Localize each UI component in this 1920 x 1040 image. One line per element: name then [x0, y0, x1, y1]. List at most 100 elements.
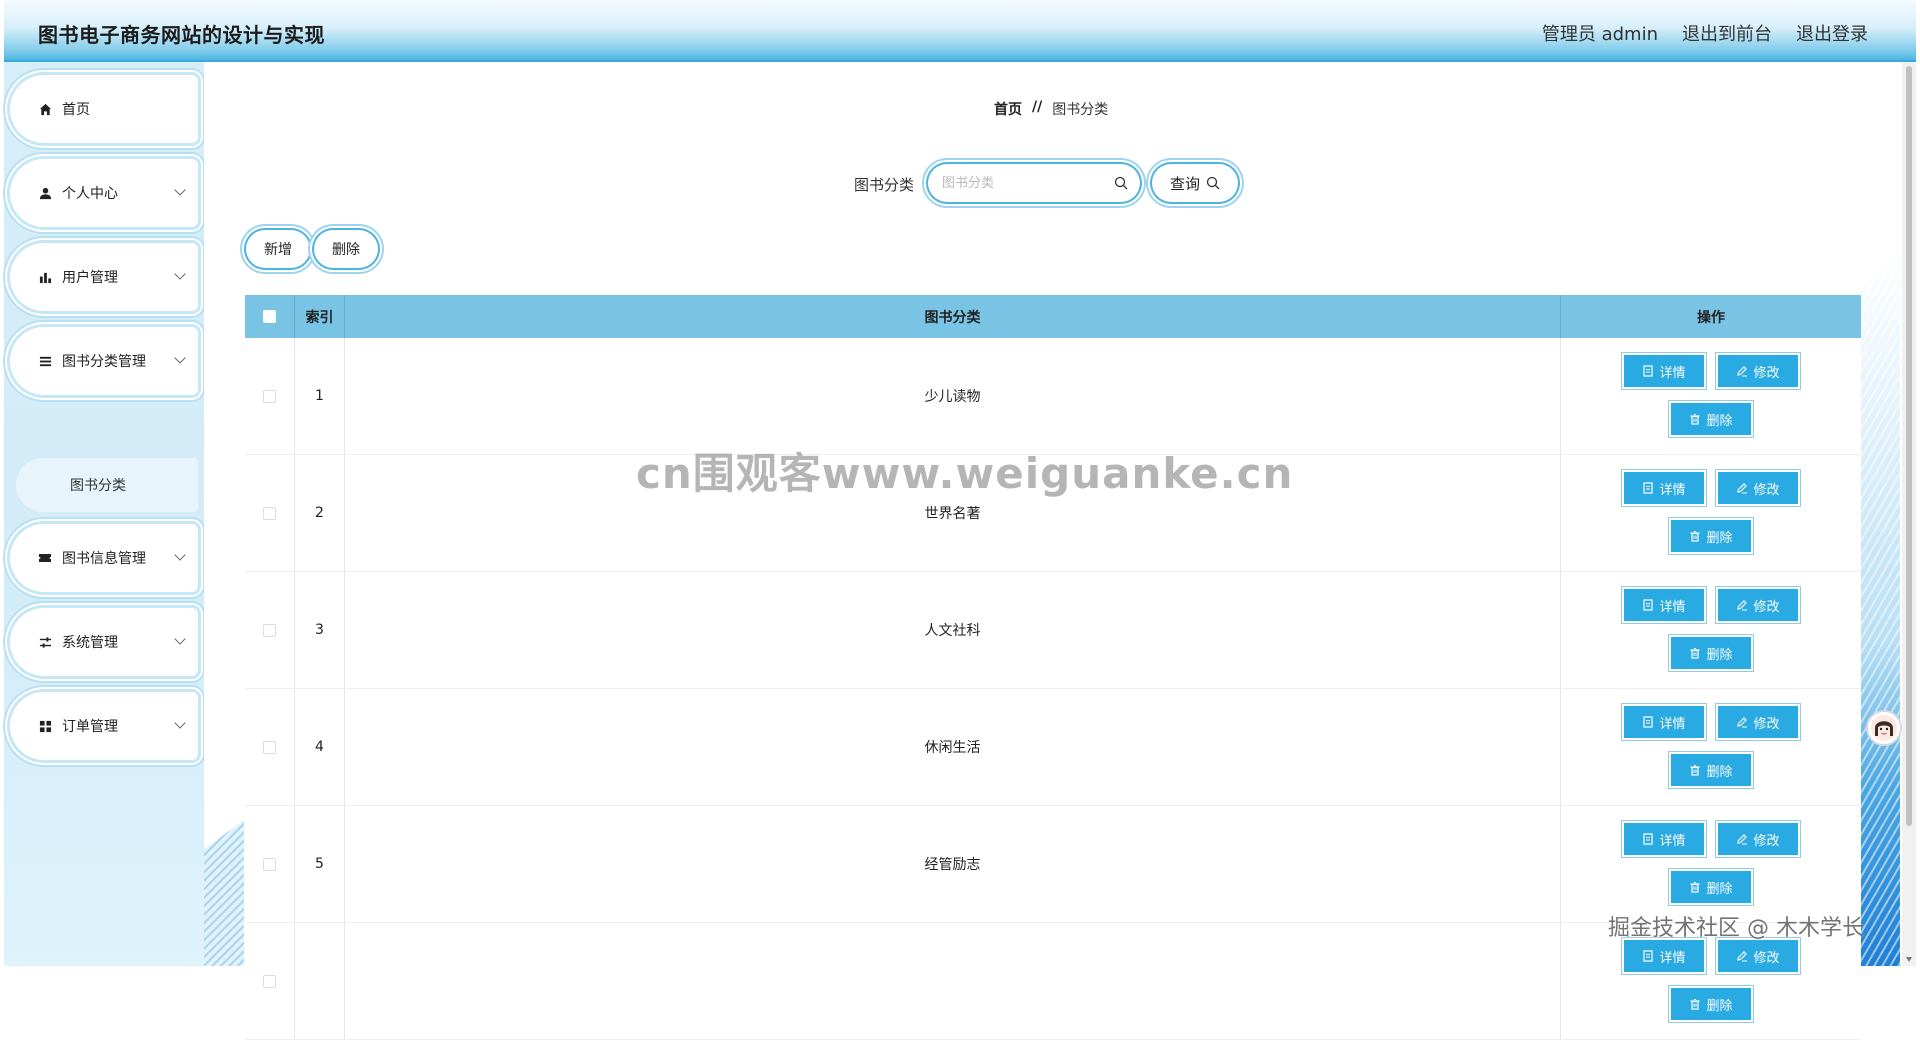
trash-icon	[1690, 531, 1700, 542]
sidebar-item-user-management[interactable]: 用户管理	[10, 243, 198, 311]
detail-button[interactable]: 详情	[1624, 472, 1704, 504]
exit-to-frontend-link[interactable]: 退出到前台	[1682, 20, 1772, 46]
row-category	[345, 923, 1561, 1039]
document-icon	[1643, 365, 1654, 377]
detail-label: 详情	[1659, 599, 1686, 615]
row-checkbox[interactable]	[263, 389, 276, 403]
header-operations: 操作	[1697, 309, 1725, 326]
scroll-down-arrow-icon[interactable]	[1906, 957, 1912, 962]
logout-link[interactable]: 退出登录	[1796, 20, 1868, 46]
detail-label: 详情	[1659, 482, 1686, 498]
delete-button[interactable]: 删除	[1671, 520, 1751, 552]
edit-label: 修改	[1753, 599, 1780, 615]
chevron-down-icon	[174, 268, 186, 280]
header-nav: 管理员 admin 退出到前台 退出登录	[1542, 20, 1868, 46]
header-category: 图书分类	[345, 295, 1561, 338]
detail-button[interactable]: 详情	[1624, 940, 1704, 972]
chevron-down-icon	[174, 717, 186, 729]
row-checkbox-cell	[245, 923, 295, 1039]
row-checkbox[interactable]	[263, 506, 276, 520]
row-index	[295, 923, 345, 1039]
edit-button[interactable]: 修改	[1718, 940, 1798, 972]
table-header: 索引 图书分类 操作	[245, 295, 1861, 338]
sidebar-subitem-book-category[interactable]: 图书分类	[16, 458, 198, 512]
row-checkbox[interactable]	[263, 740, 276, 754]
delete-label: 删除	[1706, 647, 1733, 663]
row-index: 4	[295, 689, 345, 805]
row-checkbox[interactable]	[263, 623, 276, 637]
sidebar-item-system-management[interactable]: 系统管理	[10, 608, 198, 676]
delete-button[interactable]: 删除	[1671, 403, 1751, 435]
edit-label: 修改	[1753, 950, 1780, 966]
edit-label: 修改	[1753, 365, 1780, 381]
delete-button[interactable]: 删除	[1671, 988, 1751, 1020]
edit-button[interactable]: 修改	[1718, 355, 1798, 387]
chevron-down-icon	[174, 549, 186, 561]
decorative-stripes-right	[1858, 250, 1900, 966]
row-checkbox-cell	[245, 338, 295, 454]
detail-button[interactable]: 详情	[1624, 706, 1704, 738]
row-operations: 详情 修改删除	[1561, 572, 1861, 688]
sidebar-item-book-info-management[interactable]: 图书信息管理	[10, 524, 198, 592]
detail-label: 详情	[1659, 365, 1686, 381]
edit-button[interactable]: 修改	[1718, 706, 1798, 738]
delete-label: 删除	[1706, 881, 1733, 897]
edit-icon	[1737, 600, 1748, 611]
edit-icon	[1737, 717, 1748, 728]
search-icon	[1114, 175, 1128, 194]
sidebar-item-category-management[interactable]: 图书分类管理	[10, 327, 198, 395]
trash-icon	[1690, 882, 1700, 893]
edit-button[interactable]: 修改	[1718, 589, 1798, 621]
trash-icon	[1690, 765, 1700, 776]
watermark-text: cn围观客www.weiguanke.cn	[636, 449, 1294, 498]
row-checkbox[interactable]	[263, 857, 276, 871]
bar-chart-icon	[38, 270, 52, 284]
document-icon	[1643, 482, 1654, 494]
detail-button[interactable]: 详情	[1624, 589, 1704, 621]
admin-user-link[interactable]: 管理员 admin	[1542, 20, 1658, 46]
row-category: 人文社科	[345, 572, 1561, 688]
vertical-scrollbar[interactable]	[1902, 62, 1916, 966]
avatar-face-icon	[1871, 715, 1897, 741]
sidebar-item-personal-center[interactable]: 个人中心	[10, 159, 198, 227]
row-index: 1	[295, 338, 345, 454]
chevron-down-icon	[174, 352, 186, 364]
delete-label: 删除	[1706, 764, 1733, 780]
row-operations: 详情 修改删除	[1561, 806, 1861, 922]
ticket-icon	[38, 551, 52, 565]
scrollbar-thumb[interactable]	[1906, 66, 1912, 826]
site-title: 图书电子商务网站的设计与实现	[38, 23, 325, 47]
select-all-checkbox[interactable]	[263, 310, 276, 323]
detail-button[interactable]: 详情	[1624, 355, 1704, 387]
query-button-label: 查询	[1169, 174, 1200, 193]
breadcrumb-home[interactable]: 首页	[994, 99, 1022, 119]
sidebar-item-label: 图书信息管理	[62, 551, 146, 567]
row-category: 休闲生活	[345, 689, 1561, 805]
list-icon	[38, 354, 52, 368]
chevron-down-icon	[174, 633, 186, 645]
row-checkbox[interactable]	[263, 974, 276, 988]
delete-button[interactable]: 删除	[1671, 871, 1751, 903]
edit-icon	[1737, 483, 1748, 494]
breadcrumb-current: 图书分类	[1052, 102, 1109, 118]
add-button[interactable]: 新增	[246, 230, 310, 268]
delete-button[interactable]: 删除	[1671, 637, 1751, 669]
query-button[interactable]: 查询	[1152, 164, 1238, 202]
edit-icon	[1737, 951, 1748, 962]
assistant-avatar[interactable]	[1866, 710, 1902, 746]
table-row: 4 休闲生活 详情 修改删除	[245, 689, 1861, 806]
delete-label: 删除	[1706, 413, 1733, 429]
edit-button[interactable]: 修改	[1718, 472, 1798, 504]
delete-button[interactable]: 删除	[1671, 754, 1751, 786]
edit-button[interactable]: 修改	[1718, 823, 1798, 855]
trash-icon	[1690, 999, 1700, 1010]
detail-button[interactable]: 详情	[1624, 823, 1704, 855]
top-header: 图书电子商务网站的设计与实现 管理员 admin 退出到前台 退出登录	[4, 0, 1916, 62]
sliders-icon	[38, 635, 52, 649]
sidebar-item-home[interactable]: 首页	[10, 75, 198, 143]
table-row: 3 人文社科 详情 修改 删除	[245, 572, 1861, 689]
breadcrumb-separator: //	[1032, 99, 1043, 115]
batch-delete-button[interactable]: 删除	[314, 230, 378, 268]
sidebar-item-order-management[interactable]: 订单管理	[10, 692, 198, 760]
search-input[interactable]	[942, 175, 1102, 191]
